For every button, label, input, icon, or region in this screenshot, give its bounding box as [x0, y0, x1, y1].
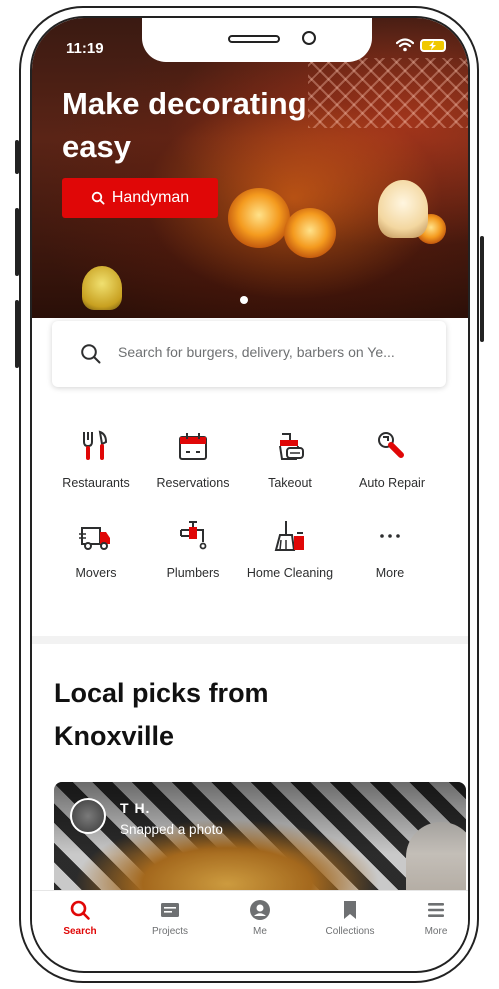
search-icon	[91, 191, 105, 205]
bottom-tab-bar: Search Projects Me Collections More	[32, 890, 468, 953]
hero-title: Make decorating easy	[62, 86, 307, 164]
phone-power-button	[480, 236, 484, 342]
category-auto-repair[interactable]: Auto Repair	[344, 428, 440, 490]
handyman-button[interactable]: Handyman	[62, 178, 218, 218]
search-icon	[81, 344, 101, 364]
tab-me[interactable]: Me	[220, 899, 300, 937]
handyman-button-label: Handyman	[111, 189, 190, 206]
status-icons	[396, 38, 446, 52]
battery-charging-icon	[420, 38, 446, 52]
local-picks-title: Local picks from Knoxville	[54, 678, 269, 751]
category-takeout[interactable]: Takeout	[242, 428, 338, 490]
tab-label: Collections	[325, 926, 375, 937]
wifi-icon	[396, 38, 414, 52]
tab-more[interactable]: More	[396, 899, 468, 937]
tab-label: More	[424, 926, 448, 937]
hero-banner[interactable]: 11:19 Make decorating easy Handyman	[32, 18, 468, 318]
category-label: Reservations	[156, 476, 230, 490]
phone-screen: 11:19 Make decorating easy Handyman Sear…	[30, 16, 470, 973]
local-pick-card[interactable]: T H. Snapped a photo	[54, 782, 466, 902]
tab-search[interactable]: Search	[40, 899, 120, 937]
category-home-cleaning[interactable]: Home Cleaning	[242, 518, 338, 580]
category-label: Takeout	[268, 476, 312, 490]
tab-projects[interactable]: Projects	[130, 899, 210, 937]
tab-collections[interactable]: Collections	[310, 899, 390, 937]
utensils-icon	[83, 430, 108, 460]
category-label: Home Cleaning	[246, 566, 334, 580]
tab-label: Search	[63, 926, 97, 937]
notch-speaker	[228, 35, 280, 43]
phone-notch	[142, 18, 372, 62]
notch-camera	[302, 31, 316, 45]
faucet-icon	[180, 521, 207, 550]
category-label: More	[375, 566, 405, 580]
category-label: Restaurants	[62, 476, 130, 490]
search-bar[interactable]: Search for burgers, delivery, barbers on…	[52, 321, 446, 387]
category-movers[interactable]: Movers	[48, 518, 144, 580]
hero-pumpkin	[284, 208, 336, 258]
category-label: Auto Repair	[358, 476, 425, 490]
tab-label: Projects	[151, 926, 189, 937]
truck-icon	[79, 527, 110, 550]
bookmark-icon	[344, 901, 356, 919]
profile-icon	[250, 900, 270, 920]
hero-ghost	[82, 266, 122, 310]
section-divider	[32, 636, 468, 644]
category-label: Plumbers	[166, 566, 220, 580]
wrench-icon	[378, 432, 404, 458]
hamburger-menu-icon	[428, 903, 444, 917]
user-avatar[interactable]	[70, 798, 106, 834]
category-plumbers[interactable]: Plumbers	[145, 518, 241, 580]
projects-icon	[161, 903, 179, 917]
more-dots-icon	[380, 534, 400, 538]
card-photo-overlay	[54, 782, 466, 902]
broom-icon	[274, 521, 304, 551]
carousel-indicator[interactable]	[240, 296, 248, 304]
hero-pumpkin	[228, 188, 290, 248]
card-user-name[interactable]: T H.	[120, 800, 150, 816]
card-action-text: Snapped a photo	[120, 822, 223, 837]
category-restaurants[interactable]: Restaurants	[48, 428, 144, 490]
category-reservations[interactable]: Reservations	[145, 428, 241, 490]
takeout-icon	[279, 433, 304, 460]
category-more[interactable]: More	[342, 518, 438, 580]
calendar-icon	[179, 433, 207, 460]
tab-label: Me	[253, 926, 267, 937]
hero-ghost	[378, 180, 428, 238]
category-label: Movers	[75, 566, 117, 580]
status-time: 11:19	[66, 40, 104, 57]
search-icon	[70, 900, 90, 920]
search-input[interactable]: Search for burgers, delivery, barbers on…	[118, 344, 395, 360]
